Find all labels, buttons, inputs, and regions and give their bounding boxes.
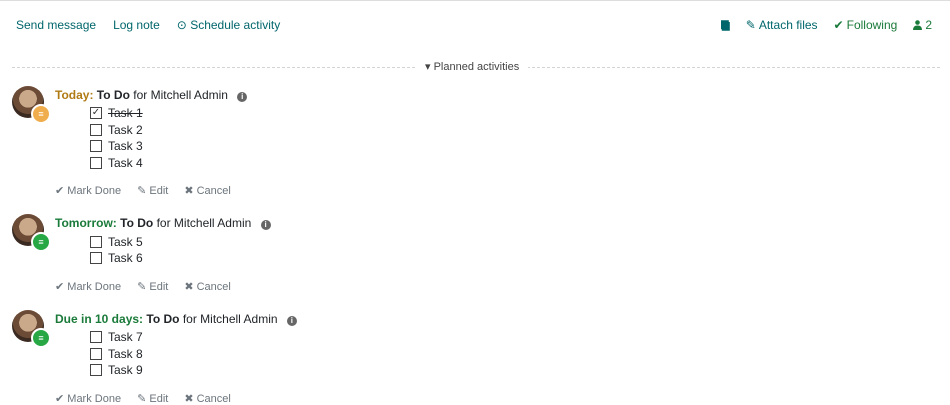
task-label: Task 9 xyxy=(108,363,143,377)
task-checkbox[interactable] xyxy=(90,124,102,136)
book-icon xyxy=(720,19,730,31)
pencil-icon: ✎ xyxy=(137,393,147,405)
pencil-icon: ✎ xyxy=(137,281,147,293)
avatar: ≡ xyxy=(12,214,51,252)
activity-assignee: for Mitchell Admin xyxy=(133,88,228,102)
schedule-activity-button[interactable]: ⊙ Schedule activity xyxy=(177,18,280,32)
mark-done-button[interactable]: ✔ Mark Done xyxy=(55,184,121,197)
task-label: Task 4 xyxy=(108,156,143,170)
activity-due: Tomorrow: xyxy=(55,216,117,230)
log-note-button[interactable]: Log note xyxy=(113,18,160,32)
info-icon[interactable]: i xyxy=(260,220,271,230)
send-message-button[interactable]: Send message xyxy=(16,18,96,32)
edit-button[interactable]: ✎ Edit xyxy=(137,280,168,293)
task-label: Task 6 xyxy=(108,251,143,265)
caret-down-icon: ▾ xyxy=(425,61,431,73)
activity-header: Today: To Do for Mitchell Admin i xyxy=(55,88,248,102)
task-label: Task 3 xyxy=(108,139,143,153)
edit-button[interactable]: ✎ Edit xyxy=(137,184,168,197)
task-checkbox[interactable] xyxy=(90,140,102,152)
chatter-toolbar: Send message Log note ⊙ Schedule activit… xyxy=(16,18,280,32)
task-item: Task 4 xyxy=(90,156,143,170)
activity-due: Due in 10 days: xyxy=(55,312,144,326)
activity-actions: ✔ Mark Done ✎ Edit ✖ Cancel xyxy=(55,392,231,405)
task-item: ✓ Task 1 xyxy=(90,106,143,120)
check-icon: ✔ xyxy=(833,18,844,32)
clock-icon: ⊙ xyxy=(176,18,187,32)
info-icon[interactable]: i xyxy=(237,92,248,102)
cancel-button[interactable]: ✖ Cancel xyxy=(184,392,231,405)
check-icon: ✔ xyxy=(55,393,65,405)
list-icon: ≡ xyxy=(31,232,51,252)
task-label: Task 5 xyxy=(108,235,143,249)
task-label: Task 7 xyxy=(108,330,143,344)
activity-type: To Do xyxy=(146,312,180,326)
cancel-button[interactable]: ✖ Cancel xyxy=(184,280,231,293)
followers-button[interactable]: 2 xyxy=(913,18,932,32)
paperclip-icon: ✎ xyxy=(745,18,756,32)
chatter-right-tools: ✎ Attach files ✔ Following 2 xyxy=(720,18,932,32)
pencil-icon: ✎ xyxy=(137,185,147,197)
check-icon: ✔ xyxy=(55,281,65,293)
task-checkbox[interactable] xyxy=(90,331,102,343)
task-label: Task 1 xyxy=(108,106,143,120)
task-item: Task 9 xyxy=(90,363,143,377)
activity-header: Due in 10 days: To Do for Mitchell Admin… xyxy=(55,312,297,326)
top-border xyxy=(0,0,950,1)
activity-type: To Do xyxy=(120,216,154,230)
book-button[interactable] xyxy=(720,19,730,31)
activity-type: To Do xyxy=(96,88,130,102)
task-item: Task 3 xyxy=(90,139,143,153)
task-item: Task 8 xyxy=(90,347,143,361)
activity-assignee: for Mitchell Admin xyxy=(182,312,278,326)
mark-done-button[interactable]: ✔ Mark Done xyxy=(55,280,121,293)
task-label: Task 2 xyxy=(108,123,143,137)
times-icon: ✖ xyxy=(184,393,194,405)
activity-due: Today: xyxy=(55,88,94,102)
following-button[interactable]: ✔ Following xyxy=(834,18,898,32)
task-item: Task 6 xyxy=(90,251,143,265)
task-checkbox[interactable] xyxy=(90,348,102,360)
task-item: Task 7 xyxy=(90,330,143,344)
avatar: ≡ xyxy=(12,86,51,124)
cancel-button[interactable]: ✖ Cancel xyxy=(184,184,231,197)
task-checkbox[interactable] xyxy=(90,157,102,169)
activity-assignee: for Mitchell Admin xyxy=(156,216,252,230)
task-checkbox[interactable] xyxy=(90,236,102,248)
user-icon xyxy=(913,20,923,30)
info-icon[interactable]: i xyxy=(286,316,297,326)
task-checkbox-checked[interactable]: ✓ xyxy=(90,107,102,119)
mark-done-button[interactable]: ✔ Mark Done xyxy=(55,392,121,405)
task-item: Task 5 xyxy=(90,235,143,249)
task-checkbox[interactable] xyxy=(90,252,102,264)
edit-button[interactable]: ✎ Edit xyxy=(137,392,168,405)
planned-activities-toggle[interactable]: ▾ Planned activities xyxy=(416,60,529,73)
activity-actions: ✔ Mark Done ✎ Edit ✖ Cancel xyxy=(55,280,231,293)
task-checkbox[interactable] xyxy=(90,364,102,376)
attach-files-button[interactable]: ✎ Attach files xyxy=(746,18,818,32)
activity-actions: ✔ Mark Done ✎ Edit ✖ Cancel xyxy=(55,184,231,197)
times-icon: ✖ xyxy=(184,185,194,197)
list-icon: ≡ xyxy=(31,328,51,348)
avatar: ≡ xyxy=(12,310,51,348)
check-icon: ✔ xyxy=(55,185,65,197)
task-item: Task 2 xyxy=(90,123,143,137)
task-label: Task 8 xyxy=(108,347,143,361)
activity-header: Tomorrow: To Do for Mitchell Admin i xyxy=(55,216,271,230)
list-icon: ≡ xyxy=(31,104,51,124)
times-icon: ✖ xyxy=(184,281,194,293)
